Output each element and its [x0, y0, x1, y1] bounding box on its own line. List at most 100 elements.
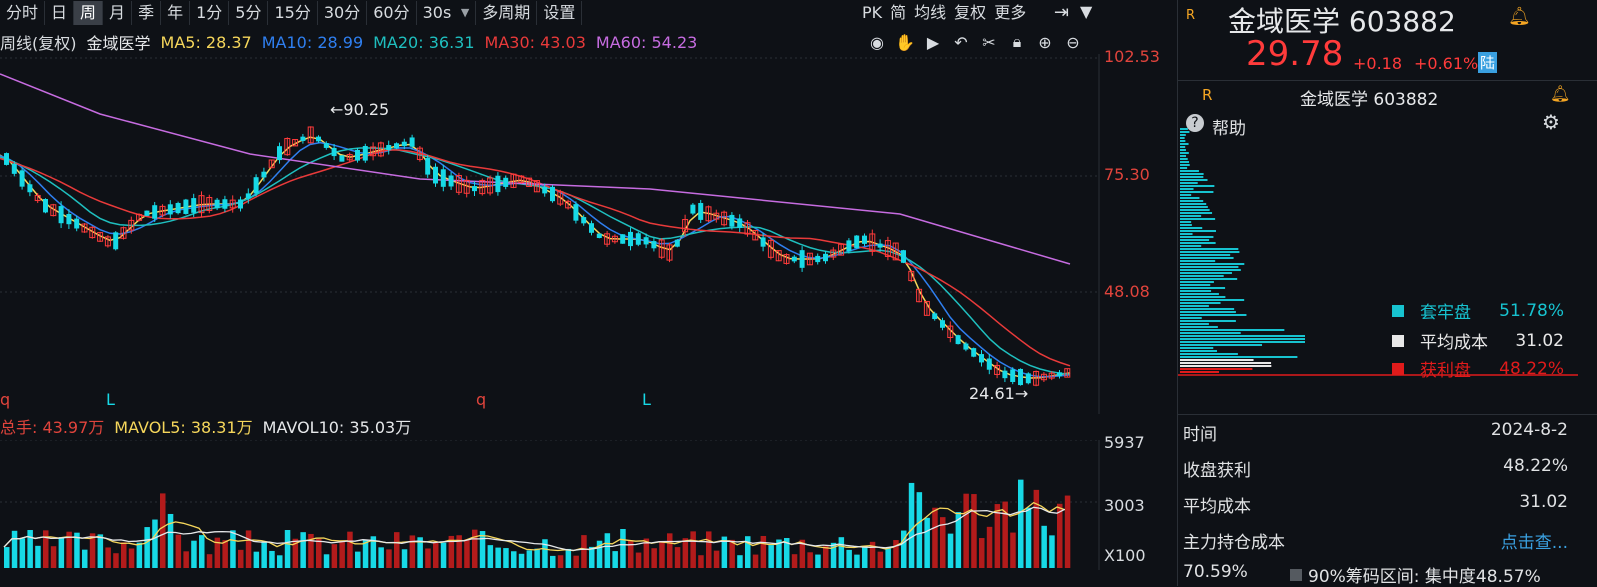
candle-body [729, 214, 735, 227]
volume-bar [651, 548, 657, 568]
price-change: +0.18 [1353, 54, 1403, 73]
toolbar-item-0[interactable]: 分时 [0, 1, 46, 25]
row-main-link[interactable]: 点击查... [1501, 528, 1568, 553]
chip-bar [1180, 368, 1253, 370]
market-badge: 陆 [1478, 52, 1498, 73]
price-tick-1: 102.53 [1104, 47, 1160, 66]
volume-tick-1: 5937 [1104, 433, 1145, 452]
chip-bar [1180, 272, 1232, 274]
toolbar-right-item-1[interactable]: 简 [886, 1, 910, 25]
chip-bar [1180, 290, 1212, 292]
chip-bar [1180, 143, 1189, 145]
volume-bar [877, 551, 884, 568]
chip-bar [1180, 248, 1239, 250]
chip-bar [1180, 299, 1245, 301]
toolbar-right-item-2[interactable]: 均线 [910, 1, 950, 25]
volume-bar [963, 493, 969, 568]
chip-bar [1180, 200, 1204, 202]
chip-bell-icon[interactable]: 🔔︎ [1550, 84, 1570, 103]
candle-body [191, 198, 197, 213]
chip-distribution-panel: R 金域医学 603882 🔔︎ 29.78 +0.18 +0.61% 陆 R … [1177, 0, 1597, 587]
toolbar-item-3[interactable]: 月 [103, 1, 133, 25]
volume-bar [43, 530, 49, 568]
candlestick-chart[interactable] [0, 54, 1100, 414]
toolbar-item-8[interactable]: 15分 [268, 1, 318, 25]
eye-icon[interactable]: ◉ [866, 31, 888, 53]
volume-bar [713, 550, 720, 568]
zoom-out-icon[interactable]: ⊖ [1062, 31, 1084, 53]
chevron-down-icon[interactable]: ▼ [461, 1, 469, 25]
chip-bar [1180, 266, 1239, 268]
volume-bar [4, 547, 10, 568]
candle-body [386, 145, 392, 151]
row-profit-value: 48.22% [1503, 456, 1568, 476]
lock-icon[interactable]: 🔒︎ [1006, 31, 1028, 53]
chip-bar [1180, 140, 1186, 142]
ma60-line [0, 73, 1071, 265]
chip-bar [1180, 170, 1199, 172]
volume-bar [316, 538, 322, 568]
legend-trapped: 套牢盘 51.78% [1392, 298, 1564, 323]
toolbar-item-6[interactable]: 1分 [190, 1, 230, 25]
candle-body [877, 243, 883, 248]
candle-body [971, 348, 977, 357]
undo-icon[interactable]: ↶ [950, 31, 972, 53]
period-mark-2: L [106, 390, 115, 409]
volume-chart[interactable] [0, 440, 1100, 570]
low-value: 24.61 [969, 384, 1015, 403]
chip-bar [1180, 317, 1202, 319]
volume-bar [667, 533, 673, 568]
volume-bar [1010, 532, 1016, 568]
legend-profit-value: 48.22% [1499, 358, 1564, 379]
candle-body [183, 199, 189, 214]
toolbar-right-item-0[interactable]: PK [858, 1, 886, 25]
volume-bar [885, 548, 891, 568]
exit-icon[interactable]: ⇥ [1054, 2, 1069, 23]
volume-bar [994, 504, 1001, 568]
toolbar-item-4[interactable]: 季 [132, 1, 162, 25]
price-change-percent: +0.61% [1414, 54, 1479, 73]
zoom-in-icon[interactable]: ⊕ [1034, 31, 1056, 53]
stock-name-label: 金域医学 [86, 34, 151, 53]
chip-bar [1180, 296, 1226, 298]
candle-body [542, 186, 548, 194]
volume-bar [339, 542, 345, 568]
toolbar-item-11[interactable]: 30s ▼ [417, 1, 477, 25]
volume-bar [50, 546, 57, 568]
candle-body [300, 136, 306, 141]
candle-body [339, 155, 345, 162]
row-time: 时间 2024-8-2 [1183, 420, 1568, 445]
toolbar-item-10[interactable]: 60分 [367, 1, 417, 25]
candle-body [167, 204, 173, 215]
candle-body [815, 255, 821, 263]
volume-bar [815, 554, 821, 568]
collapse-icon[interactable]: ▼ [1080, 2, 1092, 21]
ma30-line [0, 149, 1071, 367]
play-icon[interactable]: ▶ [922, 31, 944, 53]
volume-bar [573, 555, 579, 568]
toolbar-right-item-4[interactable]: 更多 [990, 1, 1030, 25]
toolbar-item-9[interactable]: 30分 [318, 1, 368, 25]
toolbar-item-5[interactable]: 年 [161, 1, 191, 25]
hand-icon[interactable]: ✋ [894, 31, 916, 53]
volume-bar [612, 551, 618, 568]
scissors-icon[interactable]: ✂ [978, 31, 1000, 53]
toolbar-item-13[interactable]: 设置 [537, 1, 583, 25]
mavol10-label: MAVOL10: 35.03万 [262, 418, 412, 437]
toolbar-item-1[interactable]: 日 [45, 1, 75, 25]
toolbar-item-12[interactable]: 多周期 [476, 1, 538, 25]
toolbar-item-2[interactable]: 周 [74, 1, 104, 25]
candle-body [472, 186, 477, 192]
ma60-label: MA60: 54.23 [595, 32, 698, 52]
alert-bell-icon[interactable]: 🔔︎ [1508, 6, 1531, 27]
legend-avg-cost: 平均成本 31.02 [1392, 328, 1564, 353]
divider [1178, 80, 1597, 81]
candle-body [316, 136, 321, 142]
candle-body [113, 232, 119, 250]
chip-bar [1180, 281, 1214, 283]
chip-bar [1180, 356, 1298, 358]
toolbar-right-item-3[interactable]: 复权 [950, 1, 990, 25]
volume-bar [253, 551, 260, 568]
volume-bar [706, 531, 712, 568]
toolbar-item-7[interactable]: 5分 [229, 1, 269, 25]
